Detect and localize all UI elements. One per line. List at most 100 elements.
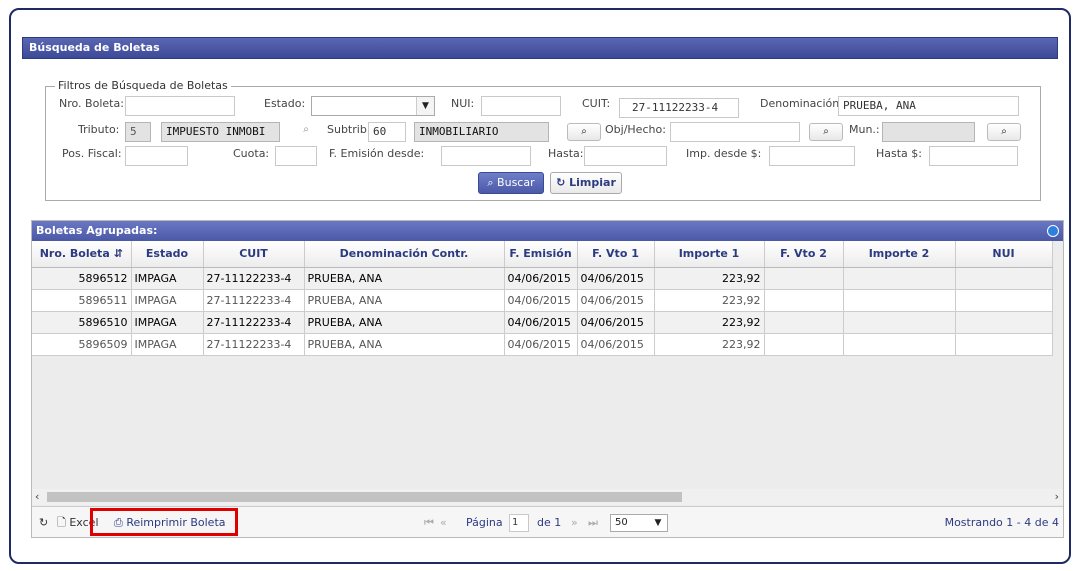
imp-desde-input[interactable] [769, 146, 855, 166]
cell-imp1: 223,92 [654, 333, 765, 356]
hasta-input[interactable] [584, 146, 667, 166]
next-page-icon[interactable]: » [571, 516, 578, 530]
imp-hasta-label: Hasta $: [876, 147, 922, 160]
cuota-label: Cuota: [233, 147, 270, 160]
mun-input [882, 122, 975, 142]
col-f-vto-2[interactable]: F. Vto 2 [764, 241, 844, 268]
col-importe-1[interactable]: Importe 1 [654, 241, 765, 268]
pos-fiscal-input[interactable] [125, 146, 188, 166]
table-row[interactable]: 5896512 IMPAGA 27-11122233-4 PRUEBA, ANA… [32, 267, 1053, 290]
table-row[interactable]: 5896510 IMPAGA 27-11122233-4 PRUEBA, ANA… [32, 311, 1053, 334]
buscar-button[interactable]: ⌕ Buscar [478, 172, 544, 194]
tributo-code-input[interactable]: 5 [125, 122, 151, 142]
buscar-label: Buscar [497, 176, 535, 189]
search-icon: ⌕ [581, 126, 587, 137]
cell-fvto2 [764, 267, 844, 290]
subtrib-code-input[interactable]: 60 [368, 122, 406, 142]
cell-femision: 04/06/2015 [504, 333, 578, 356]
subtrib-search-button[interactable]: ⌕ [567, 123, 601, 141]
search-icon: ⌕ [1001, 126, 1007, 137]
cell-estado: IMPAGA [131, 267, 204, 290]
estado-label: Estado: [264, 97, 306, 110]
first-page-icon[interactable]: ⏮ [424, 516, 434, 530]
col-nro-boleta-label: Nro. Boleta [39, 247, 110, 261]
pos-fiscal-label: Pos. Fiscal: [62, 147, 122, 160]
imp-hasta-input[interactable] [929, 146, 1018, 166]
table-row[interactable]: 5896511 IMPAGA 27-11122233-4 PRUEBA, ANA… [32, 289, 1053, 312]
search-icon: ⌕ [823, 126, 829, 137]
cell-estado: IMPAGA [131, 311, 204, 334]
col-nro-boleta[interactable]: Nro. Boleta ⇵ [32, 241, 132, 268]
cell-cuit: 27-11122233-4 [203, 267, 305, 290]
col-nui[interactable]: NUI [955, 241, 1053, 268]
cell-fvto1: 04/06/2015 [577, 311, 655, 334]
cell-nro: 5896510 [32, 311, 132, 334]
f-emision-input[interactable] [441, 146, 531, 166]
panel-title: Búsqueda de Boletas [22, 37, 1058, 59]
cell-nro: 5896511 [32, 289, 132, 312]
scroll-right-icon[interactable]: › [1055, 490, 1059, 504]
cell-cuit: 27-11122233-4 [203, 333, 305, 356]
highlight-box [90, 508, 238, 536]
collapse-icon[interactable] [1047, 225, 1059, 237]
tributo-desc-input: IMPUESTO INMOBI [161, 122, 280, 142]
pagina-label: Página [466, 516, 503, 529]
cell-estado: IMPAGA [131, 333, 204, 356]
filters-legend: Filtros de Búsqueda de Boletas [55, 79, 231, 92]
cuota-input[interactable] [275, 146, 317, 166]
cuit-label: CUIT: [582, 97, 611, 110]
mun-label: Mun.: [849, 123, 880, 136]
cell-nui [955, 333, 1053, 356]
obj-hecho-search-button[interactable]: ⌕ [809, 123, 843, 141]
col-f-vto-1[interactable]: F. Vto 1 [577, 241, 655, 268]
col-estado[interactable]: Estado [131, 241, 204, 268]
mun-search-button[interactable]: ⌕ [987, 123, 1021, 141]
nro-boleta-input[interactable] [125, 96, 235, 116]
cell-imp1: 223,92 [654, 267, 765, 290]
col-importe-2[interactable]: Importe 2 [843, 241, 956, 268]
document-icon: 🗋 [57, 516, 66, 529]
cuit-input[interactable]: 27-11122233-4 [619, 98, 739, 118]
grid-title-text: Boletas Agrupadas: [36, 224, 158, 237]
rows-per-page-select[interactable]: 50 ▼ [610, 514, 668, 532]
search-icon: ⌕ [487, 176, 494, 189]
denominacion-input[interactable]: PRUEBA, ANA [838, 96, 1019, 116]
limpiar-button[interactable]: ↻ Limpiar [550, 172, 622, 194]
table-row[interactable]: 5896509 IMPAGA 27-11122233-4 PRUEBA, ANA… [32, 333, 1053, 356]
table-header-row: Nro. Boleta ⇵ Estado CUIT Denominación C… [32, 241, 1053, 268]
grid-title: Boletas Agrupadas: [32, 221, 1063, 241]
subtrib-label: Subtrib.: [327, 123, 375, 136]
horizontal-scrollbar[interactable]: ‹ › [32, 489, 1063, 505]
rows-per-page-value: 50 [615, 517, 628, 528]
cell-femision: 04/06/2015 [504, 267, 578, 290]
page-input[interactable]: 1 [509, 514, 529, 532]
nui-input[interactable] [481, 96, 561, 116]
sort-icon: ⇵ [113, 247, 123, 261]
tributo-search-button[interactable]: ⌕ [290, 122, 322, 140]
scrollbar-thumb[interactable] [47, 492, 682, 502]
cell-denom: PRUEBA, ANA [304, 289, 505, 312]
col-cuit[interactable]: CUIT [203, 241, 305, 268]
cell-imp2 [843, 333, 956, 356]
cell-nro: 5896509 [32, 333, 132, 356]
imp-desde-label: Imp. desde $: [686, 147, 762, 160]
cell-femision: 04/06/2015 [504, 289, 578, 312]
last-page-icon[interactable]: ⏭ [588, 516, 598, 530]
col-denominacion[interactable]: Denominación Contr. [304, 241, 505, 268]
obj-hecho-input[interactable] [670, 122, 800, 142]
boletas-table: Nro. Boleta ⇵ Estado CUIT Denominación C… [32, 241, 1053, 356]
chevron-down-icon: ▼ [416, 97, 434, 115]
col-f-emision[interactable]: F. Emisión [504, 241, 578, 268]
cell-fvto1: 04/06/2015 [577, 289, 655, 312]
cell-imp1: 223,92 [654, 311, 765, 334]
cell-fvto2 [764, 289, 844, 312]
estado-select[interactable]: ▼ [311, 96, 435, 116]
hasta-label: Hasta: [548, 147, 584, 160]
refresh-icon[interactable]: ↻ [39, 516, 48, 530]
cell-denom: PRUEBA, ANA [304, 267, 505, 290]
cell-imp2 [843, 289, 956, 312]
prev-page-icon[interactable]: « [440, 516, 447, 530]
chevron-down-icon: ▼ [649, 515, 667, 531]
cell-denom: PRUEBA, ANA [304, 333, 505, 356]
scroll-left-icon[interactable]: ‹ [35, 490, 39, 504]
